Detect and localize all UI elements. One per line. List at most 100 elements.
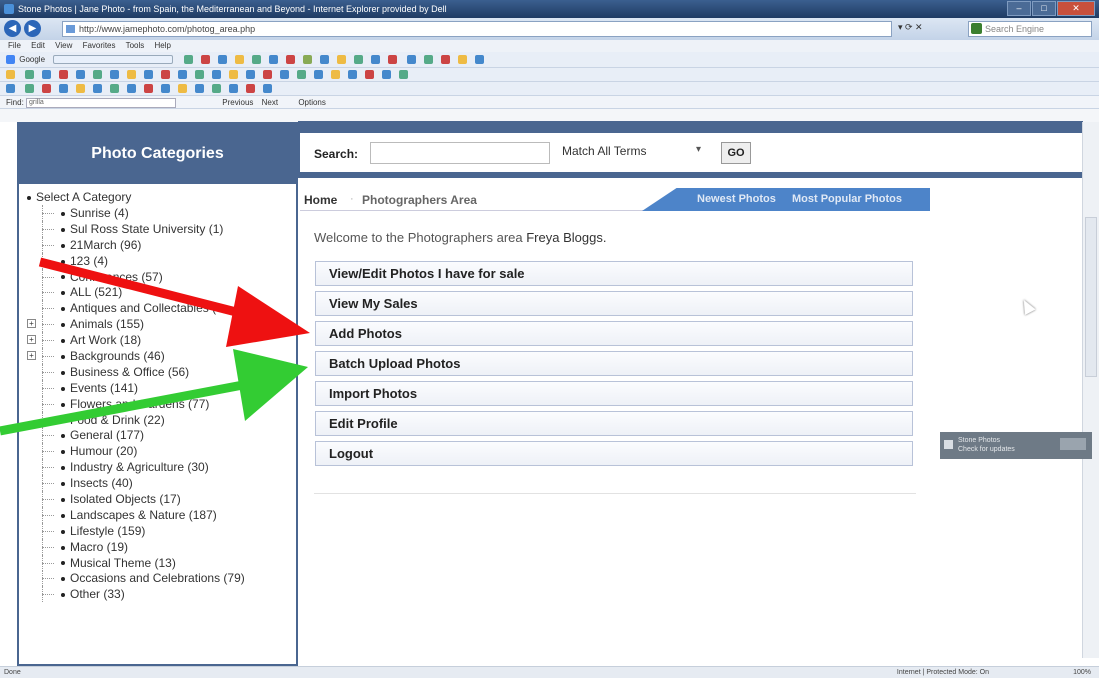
add-photos-link[interactable]: Add Photos (315, 321, 913, 346)
google-toolbar: Google (0, 52, 1099, 68)
go-button[interactable]: GO (721, 142, 751, 164)
chevron-down-icon[interactable]: ▾ (696, 144, 701, 155)
menu-favorites[interactable]: Favorites (83, 41, 116, 50)
category-item[interactable]: Musical Theme (13) (27, 554, 296, 571)
menu-help[interactable]: Help (155, 41, 171, 50)
content-divider (314, 493, 916, 494)
widget-icon (944, 440, 953, 449)
address-bar-row: ◀ ▶ http://www.jamephoto.com/photog_area… (0, 18, 1099, 40)
expand-plus-icon[interactable]: + (27, 351, 36, 361)
find-input[interactable]: grilla (26, 97, 177, 108)
category-item[interactable]: Isolated Objects (17) (27, 491, 296, 507)
minimize-button[interactable]: – (1007, 1, 1031, 16)
category-item[interactable]: Antiques and Collectables ( (27, 300, 296, 317)
import-photos-link[interactable]: Import Photos (315, 381, 913, 406)
category-item[interactable]: Landscapes & Nature (187) (27, 506, 296, 523)
category-label: Flowers and Gardens (77) (70, 396, 210, 411)
match-terms-select[interactable]: Match All Terms (562, 144, 646, 158)
category-item[interactable]: Insects (40) (27, 475, 296, 492)
category-label: Backgrounds (46) (70, 349, 165, 364)
search-panel: Search: Match All Terms ▾ GO (298, 133, 1083, 172)
category-label: Other (33) (70, 587, 125, 602)
edit-profile-link[interactable]: Edit Profile (315, 411, 913, 436)
batch-upload-photos-link[interactable]: Batch Upload Photos (315, 351, 913, 376)
category-item[interactable]: Conferences (57) (27, 268, 296, 285)
category-label: Animals (155) (70, 317, 145, 332)
refresh-stop-buttons[interactable]: ▾ ⟳ ✕ (898, 22, 964, 36)
category-item[interactable]: Food & Drink (22) (27, 411, 296, 428)
window-titlebar: Stone Photos | Jane Photo - from Spain, … (0, 0, 1099, 18)
bullet-icon (61, 545, 65, 550)
category-item[interactable]: Lifestyle (159) (27, 522, 296, 539)
breadcrumb-home[interactable]: Home (304, 193, 337, 207)
bullet-icon (61, 291, 65, 296)
view-edit-photos-link[interactable]: View/Edit Photos I have for sale (315, 261, 913, 286)
google-toolbar-label[interactable]: Google (19, 55, 45, 64)
find-next-button[interactable]: Next (262, 98, 278, 107)
close-button[interactable]: ✕ (1057, 1, 1095, 16)
expand-plus-icon[interactable]: + (27, 319, 36, 329)
forward-icon[interactable]: ▶ (24, 20, 41, 37)
zoom-level[interactable]: 100% (1073, 667, 1091, 678)
find-previous-button[interactable]: Previous (222, 98, 253, 107)
quick-tabs-icon[interactable] (6, 84, 15, 94)
logout-link[interactable]: Logout (315, 441, 913, 466)
scrollbar-thumb[interactable] (1085, 217, 1097, 377)
menu-bar: File Edit View Favorites Tools Help (0, 40, 1099, 52)
tab-newest-photos[interactable]: Newest Photos (697, 193, 776, 205)
browser-search-input[interactable]: Search Engine (968, 21, 1092, 37)
category-item[interactable]: 21March (96) (27, 236, 296, 253)
menu-edit[interactable]: Edit (31, 41, 45, 50)
category-label: Occasions and Celebrations (79) (70, 571, 245, 586)
address-input[interactable]: http://www.jamephoto.com/photog_area.php (62, 21, 892, 37)
category-item[interactable]: + Backgrounds (46) (27, 348, 296, 364)
category-item[interactable]: Events (141) (27, 379, 296, 396)
search-input[interactable] (370, 142, 550, 164)
maximize-button[interactable]: □ (1032, 1, 1056, 16)
category-item[interactable]: Other (33) (27, 586, 296, 603)
view-my-sales-link[interactable]: View My Sales (315, 291, 913, 316)
google-icon (6, 55, 15, 65)
category-item[interactable]: Macro (19) (27, 538, 296, 555)
category-item[interactable]: Business & Office (56) (27, 363, 296, 380)
category-item[interactable]: Sul Ross State University (1) (27, 220, 296, 237)
category-label: Insects (40) (70, 476, 133, 491)
menu-tools[interactable]: Tools (126, 41, 145, 50)
category-list: Sunrise (4) Sul Ross State University (1)… (27, 205, 296, 603)
category-root[interactable]: Select A Category (27, 189, 296, 205)
bullet-icon (61, 593, 65, 598)
tab-most-popular-photos[interactable]: Most Popular Photos (792, 193, 902, 205)
menu-file[interactable]: File (8, 41, 21, 50)
search-label: Search: (314, 147, 359, 161)
google-search-input[interactable] (53, 55, 174, 65)
menu-view[interactable]: View (55, 41, 72, 50)
back-icon[interactable]: ◀ (4, 20, 21, 37)
category-item[interactable]: ALL (521) (27, 284, 296, 301)
category-item[interactable]: General (177) (27, 427, 296, 444)
category-item[interactable]: Occasions and Celebrations (79) (27, 570, 296, 587)
bullet-icon (61, 323, 65, 328)
category-item[interactable]: Industry & Agriculture (30) (27, 459, 296, 476)
bullet-icon (61, 386, 65, 391)
category-item[interactable]: + Art Work (18) (27, 332, 296, 349)
find-options-button[interactable]: Options (298, 98, 326, 107)
category-item[interactable]: Flowers and Gardens (77) (27, 395, 296, 412)
widget-button[interactable] (1060, 438, 1086, 450)
category-item[interactable]: Humour (20) (27, 443, 296, 460)
category-label: Landscapes & Nature (187) (70, 507, 217, 522)
bullet-icon (61, 402, 65, 407)
bullet-icon (27, 195, 31, 200)
bullet-icon (61, 338, 65, 343)
category-label: Events (141) (70, 380, 139, 395)
bullet-icon (61, 370, 65, 375)
category-item[interactable]: + Animals (155) (27, 316, 296, 333)
favorites-star-icon[interactable] (6, 70, 15, 80)
expand-plus-icon[interactable]: + (27, 335, 36, 345)
page-scrollbar[interactable] (1082, 122, 1099, 658)
status-text: Done (4, 669, 21, 676)
category-item[interactable]: Sunrise (4) (27, 205, 296, 221)
notification-widget[interactable]: Stone Photos Check for updates (940, 432, 1092, 459)
category-item[interactable]: 123 (4) (27, 252, 296, 269)
bullet-icon (61, 211, 65, 216)
mouse-cursor-icon (1018, 297, 1036, 315)
